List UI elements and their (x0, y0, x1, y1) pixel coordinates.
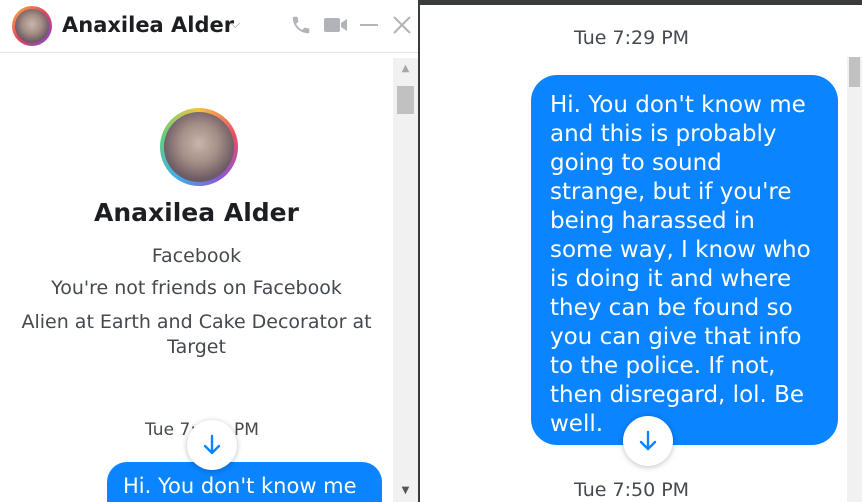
profile-name: Anaxilea Alder (94, 198, 299, 227)
message-line: Hi. You don't know me (550, 92, 806, 118)
profile-avatar[interactable] (160, 108, 238, 186)
scroll-to-bottom-button[interactable] (623, 416, 673, 466)
profile-bio-line2: Target (167, 336, 226, 358)
scroll-to-bottom-button[interactable] (187, 420, 237, 470)
scroll-thumb[interactable] (849, 57, 860, 87)
profile-platform: Facebook (151, 245, 242, 267)
close-icon[interactable] (391, 14, 413, 40)
scrollbar[interactable] (847, 57, 862, 502)
message-line: is doing it and where (550, 266, 792, 292)
message-bubble[interactable]: Hi. You don't know me (107, 462, 382, 502)
chevron-down-icon[interactable]: ⌵ (230, 16, 241, 32)
profile-bio-line1: Alien at Earth and Cake Decorator at (21, 311, 372, 333)
message-line: you can give that info (550, 324, 802, 350)
contact-name[interactable]: Anaxilea Alder (62, 13, 234, 37)
message-line: they can be found so (550, 295, 793, 321)
timestamp-tail: PM (233, 420, 259, 440)
message-line: and this is probably (550, 121, 777, 147)
scroll-thumb[interactable] (397, 86, 414, 114)
message-line: some way, I know who (550, 237, 811, 263)
phone-icon[interactable] (290, 14, 312, 40)
chat-window-left: Anaxilea Alder ⌵ ▲ ▼ Anaxilea Alder Face… (0, 0, 418, 502)
arrow-down-icon (203, 434, 221, 455)
minimize-icon[interactable] (358, 14, 380, 40)
message-line: going to sound (550, 150, 722, 176)
scroll-up-arrow-icon[interactable]: ▲ (393, 58, 418, 80)
message-timestamp-bottom: Tue 7:50 PM (574, 479, 690, 501)
video-camera-icon[interactable] (323, 14, 349, 40)
avatar[interactable] (12, 6, 52, 46)
message-line: well. (550, 411, 604, 437)
message-bubble-full[interactable]: Hi. You don't know me and this is probab… (531, 75, 838, 445)
message-line: being harassed in (550, 208, 755, 234)
message-line: then disregard, lol. Be (550, 382, 805, 408)
chat-header: Anaxilea Alder ⌵ (0, 0, 418, 53)
message-line: strange, but if you're (550, 179, 792, 205)
scrollbar[interactable]: ▲ ▼ (393, 58, 418, 502)
scroll-down-arrow-icon[interactable]: ▼ (393, 480, 418, 502)
message-line: to the police. If not, (550, 353, 776, 379)
message-timestamp-top: Tue 7:29 PM (574, 27, 690, 49)
friendship-status: You're not friends on Facebook (51, 277, 342, 299)
arrow-down-icon (639, 430, 657, 451)
